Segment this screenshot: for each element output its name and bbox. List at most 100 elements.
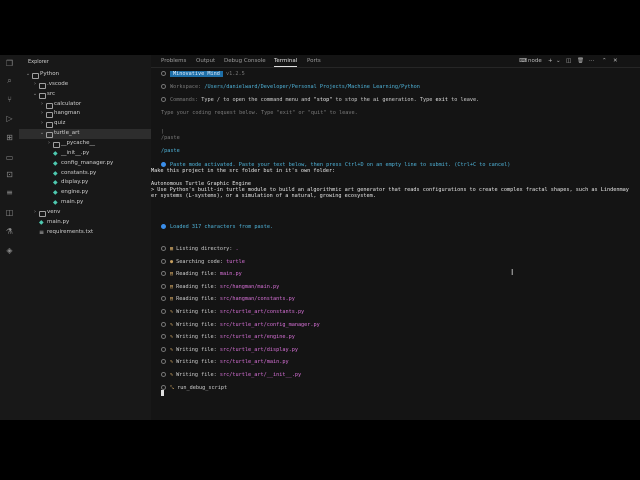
more-actions-icon[interactable]: ⋯: [589, 58, 595, 64]
terminal-icon: ⌨: [519, 58, 527, 64]
tree-folder[interactable]: › quiz: [19, 119, 151, 129]
action-icon: ▤: [170, 283, 174, 290]
chevron-right-icon[interactable]: ›: [32, 208, 38, 218]
folder-icon: [46, 122, 53, 129]
close-panel-icon[interactable]: ✕: [613, 58, 618, 64]
kill-terminal-icon[interactable]: 🗑: [577, 58, 584, 64]
python-file-icon: ◆: [53, 189, 58, 197]
prompt-dot-icon: [161, 71, 166, 76]
action-line: ✎ Writing file: src/turtle_art/__init__.p…: [161, 372, 301, 378]
action-label: Reading file:: [176, 283, 217, 290]
chevron-right-icon[interactable]: ›: [39, 109, 45, 119]
text-file-icon: ≡: [39, 228, 45, 236]
tab-output[interactable]: Output: [196, 58, 215, 64]
action-icon: ✎: [170, 372, 174, 378]
action-icon: ▦: [170, 246, 174, 252]
prompt-placeholder: Type your coding request below. Type "ex…: [161, 110, 358, 116]
tree-folder[interactable]: › hangman: [19, 109, 151, 119]
tree-file[interactable]: ≡ requirements.txt: [19, 228, 151, 238]
app-version: v1.2.5: [225, 71, 245, 77]
action-label: Listing directory:: [176, 246, 233, 252]
tab-debug-console[interactable]: Debug Console: [224, 58, 266, 64]
action-line: ▤ Reading file: src/hangman/constants.py: [161, 296, 295, 302]
chevron-down-icon[interactable]: ⌄: [25, 70, 31, 80]
tree-item-label: .vscode: [47, 80, 69, 87]
prompt-dot-icon: [161, 258, 166, 264]
python-file-icon: ◆: [39, 218, 44, 226]
chevron-right-icon[interactable]: ›: [46, 139, 52, 149]
python-file-icon: ◆: [53, 149, 58, 157]
dropdown-chevron-icon[interactable]: ⌄: [556, 58, 561, 64]
tree-file[interactable]: ◆ main.py: [19, 218, 151, 228]
action-line: ⤡ run_debug_script: [161, 384, 227, 392]
tree-file[interactable]: ◆ __init__.py: [19, 149, 151, 159]
prompt-dot-icon: [161, 346, 166, 352]
action-argument: turtle: [226, 258, 245, 265]
chevron-down-icon[interactable]: ⌄: [32, 90, 38, 100]
tab-terminal[interactable]: Terminal: [274, 58, 298, 67]
action-icon: ●: [170, 258, 174, 265]
folder-icon: [32, 73, 39, 79]
chevron-right-icon[interactable]: ›: [39, 100, 45, 110]
tree-file[interactable]: ◆ main.py: [19, 198, 151, 208]
tree-file[interactable]: ◆ display.py: [19, 178, 151, 188]
split-terminal-icon[interactable]: ◫: [566, 58, 571, 64]
folder-icon: [46, 132, 53, 139]
prompt-dot-icon: [161, 334, 166, 340]
tree-folder[interactable]: › __pycache__: [19, 139, 151, 149]
explorer-sidebar: Explorer ⌄ Python › .vscode ⌄ src › calculator ›…: [19, 55, 152, 420]
action-icon: ✎: [170, 309, 174, 315]
tree-folder[interactable]: › calculator: [19, 100, 151, 110]
terminal-header: Minovative Mind v1.2.5: [161, 71, 245, 77]
tree-item-label: config_manager.py: [61, 159, 114, 166]
files-icon[interactable]: ❐: [5, 59, 14, 68]
tree-folder[interactable]: ⌄ src: [19, 90, 151, 100]
chevron-right-icon[interactable]: ›: [32, 80, 38, 90]
action-icon: ▤: [170, 271, 174, 278]
source-control-icon[interactable]: ⑂: [5, 95, 14, 104]
action-line: ✎ Writing file: src/turtle_art/main.py: [161, 359, 289, 365]
tree-file[interactable]: ◆ constants.py: [19, 169, 151, 179]
extensions-icon[interactable]: ⊞: [5, 133, 14, 142]
tree-folder[interactable]: ⌄ Python: [19, 70, 151, 80]
maximize-panel-icon[interactable]: ⌃: [602, 58, 607, 64]
prompt-dot-icon: [161, 359, 166, 365]
info-dot-icon: [161, 224, 166, 229]
tree-folder[interactable]: › .vscode: [19, 80, 151, 90]
tree-file[interactable]: ◆ engine.py: [19, 188, 151, 198]
tree-item-label: calculator: [54, 100, 82, 107]
folder-icon: [39, 82, 46, 89]
tab-problems[interactable]: Problems: [161, 58, 186, 64]
panel-tabs: Problems Output Debug Console Terminal P…: [151, 55, 640, 68]
workspace-line: Workspace: /Users/danielward/Developer/P…: [161, 84, 420, 90]
mouse-ibeam-icon: I: [511, 268, 514, 277]
python-icon[interactable]: ◈: [5, 246, 14, 255]
tree-folder[interactable]: › venv: [19, 208, 151, 218]
database-icon[interactable]: ≡: [5, 188, 14, 197]
action-line: ▤ Reading file: src/hangman/main.py: [161, 283, 279, 290]
prompt-dot-icon: [161, 384, 166, 390]
prompt-dot-icon: [161, 271, 166, 277]
chat-icon[interactable]: ◫: [5, 208, 14, 217]
new-terminal-icon[interactable]: +: [548, 58, 553, 64]
remote-icon[interactable]: ▭: [5, 153, 14, 162]
tab-ports[interactable]: Ports: [307, 58, 321, 64]
vscode-window: ❐ ⌕ ⑂ ▷ ⊞ ▭ ⊡ ≡ ◫ ⚗ ◈ Explorer ⌄ Python ›.…: [0, 55, 640, 420]
action-icon: ⤡: [170, 384, 175, 391]
tree-item-label: __init__.py: [61, 149, 90, 156]
testing-icon[interactable]: ⚗: [5, 227, 14, 236]
tree-item-label: hangman: [54, 110, 81, 117]
containers-icon[interactable]: ⊡: [5, 170, 14, 179]
terminal-name[interactable]: node: [528, 58, 542, 64]
prompt-dot-icon: [161, 296, 166, 302]
action-label: Writing file:: [176, 321, 217, 328]
prompt-dot-icon: [161, 309, 166, 314]
tree-folder[interactable]: ⌄ turtle_art: [19, 129, 151, 139]
tree-file[interactable]: ◆ config_manager.py: [19, 159, 151, 169]
folder-icon: [46, 112, 53, 119]
run-debug-icon[interactable]: ▷: [5, 114, 14, 123]
chevron-down-icon[interactable]: ⌄: [39, 129, 45, 139]
action-argument: src/hangman/constants.py: [219, 296, 295, 303]
search-icon[interactable]: ⌕: [5, 76, 14, 85]
chevron-right-icon[interactable]: ›: [39, 119, 45, 129]
